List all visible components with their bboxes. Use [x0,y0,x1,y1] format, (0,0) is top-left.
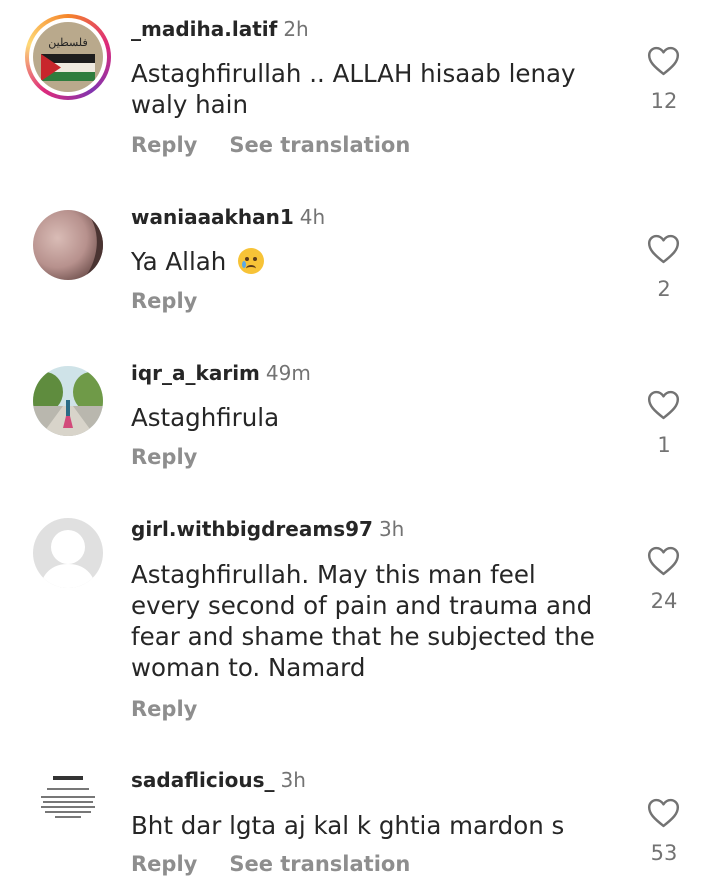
comment-time: 49m [265,361,311,385]
comment-actions: Reply See translation [131,852,410,876]
like-count: 1 [657,433,671,457]
username[interactable]: sadaflicious_ 3h [131,768,306,792]
palestine-flag-avatar-image: فلسطين [33,22,103,92]
comment-text: Astaghfirullah. May this man feel every … [131,560,595,682]
avatar-image [33,366,103,436]
username[interactable]: iqr_a_karim 49m [131,361,311,385]
comment-actions: Reply [131,289,197,313]
crying-face-icon [238,248,265,274]
avatar[interactable] [33,518,103,588]
comment-text-content: Ya Allah [131,247,227,276]
like-count: 53 [650,841,678,865]
text-post-avatar-image [33,766,103,836]
heart-icon[interactable] [647,390,680,420]
avatar-image [33,210,103,280]
comment-text: Bht dar lgta aj kal k ghtia mardon s [131,811,565,840]
username[interactable]: _madiha.latif 2h [131,17,309,41]
reply-button[interactable]: Reply [131,445,197,469]
heart-icon[interactable] [647,546,680,576]
heart-icon[interactable] [647,234,680,264]
comment-actions: Reply [131,697,197,721]
see-translation-button[interactable]: See translation [229,133,410,157]
reply-button[interactable]: Reply [131,133,197,157]
reply-button[interactable]: Reply [131,852,197,876]
like-count: 2 [657,277,671,301]
comment-time: 3h [378,517,405,541]
avatar[interactable] [33,210,103,280]
avatar[interactable]: فلسطين [25,14,111,100]
username-label[interactable]: waniaaakhan1 [131,205,294,229]
username-label[interactable]: girl.withbigdreams97 [131,517,373,541]
comment-text: Astaghfirula [131,403,280,432]
comment-time: 3h [280,768,306,792]
comment-text: Astaghfirullah .. ALLAH hisaab lenay wal… [131,59,576,119]
comment-time: 2h [283,17,309,41]
comment-text: Ya Allah [131,246,631,277]
heart-icon[interactable] [647,798,680,828]
avatar[interactable] [33,366,103,436]
comment-actions: Reply [131,445,197,469]
username-label[interactable]: iqr_a_karim [131,361,260,385]
heart-icon[interactable] [647,46,680,76]
reply-button[interactable]: Reply [131,289,197,313]
default-avatar-icon [33,518,103,588]
comment-actions: Reply See translation [131,133,410,157]
like-count: 12 [650,89,678,113]
comment-time: 4h [299,205,326,229]
avatar[interactable] [33,766,103,836]
username-label[interactable]: _madiha.latif [131,17,277,41]
see-translation-button[interactable]: See translation [229,852,410,876]
username[interactable]: waniaaakhan1 4h [131,205,325,229]
username[interactable]: girl.withbigdreams97 3h [131,517,404,541]
like-count: 24 [650,589,678,613]
reply-button[interactable]: Reply [131,697,197,721]
username-label[interactable]: sadaflicious_ [131,768,275,792]
svg-text:فلسطين: فلسطين [48,36,87,49]
